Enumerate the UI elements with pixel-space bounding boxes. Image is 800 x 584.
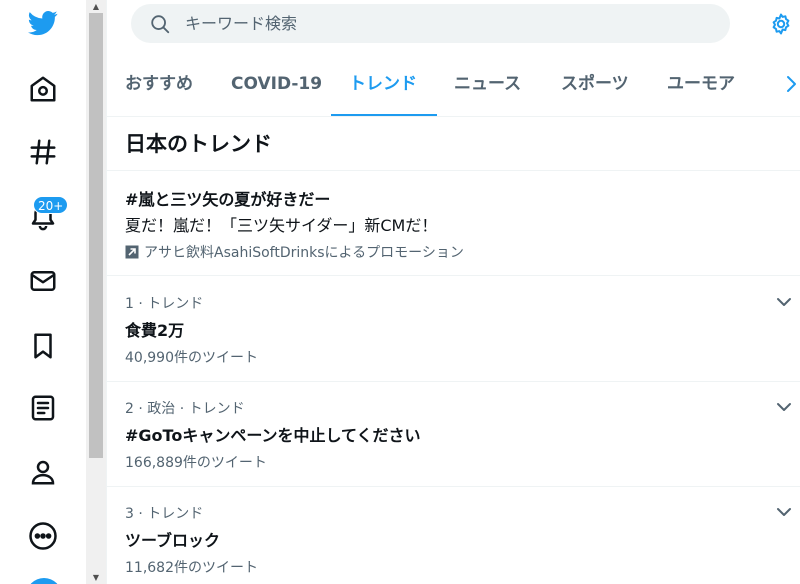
home-icon[interactable] (24, 70, 62, 108)
trend-name[interactable]: 食費2万 (125, 317, 184, 341)
messages-envelope-icon[interactable] (24, 262, 62, 300)
bookmarks-icon[interactable] (24, 327, 62, 365)
twitter-logo-icon[interactable] (24, 4, 62, 42)
trend-meta: 2 · 政治 · トレンド (125, 401, 245, 417)
promoted-trend[interactable]: #嵐と三ツ矢の夏が好きだー 夏だ！嵐だ！「三ツ矢サイダー」新CMだ！ アサヒ飲料… (107, 172, 800, 276)
explore-main: おすすめ COVID-19 トレンド ニュース スポーツ ユーモア 日本のトレン… (106, 0, 800, 584)
trend-item[interactable]: 2 · 政治 · トレンド #GoToキャンペーンを中止してください 166,8… (107, 382, 800, 487)
trend-tweet-count: 166,889件のツイート (125, 455, 267, 471)
profile-person-icon[interactable] (24, 453, 62, 491)
search-bar[interactable] (131, 4, 730, 43)
trend-item[interactable]: 1 · トレンド 食費2万 40,990件のツイート (107, 277, 800, 382)
promoted-description: 夏だ！嵐だ！「三ツ矢サイダー」新CMだ！ (125, 216, 438, 235)
tab-trends[interactable]: トレンド (349, 60, 417, 116)
settings-gear-icon[interactable] (769, 12, 793, 36)
trend-tweet-count: 11,682件のツイート (125, 560, 258, 576)
explore-tabs: おすすめ COVID-19 トレンド ニュース スポーツ ユーモア (107, 60, 800, 117)
app-window: 20+ ▲ ▼ おすすめ (0, 0, 800, 584)
trend-name[interactable]: #GoToキャンペーンを中止してください (125, 422, 421, 446)
lists-icon[interactable] (24, 389, 62, 427)
chevron-down-icon[interactable] (775, 398, 793, 416)
tabs-divider (107, 116, 800, 117)
tweet-button[interactable] (26, 578, 62, 584)
left-nav: 20+ (0, 0, 86, 584)
tab-sports[interactable]: スポーツ (561, 60, 629, 116)
chevron-right-icon[interactable] (783, 72, 799, 96)
search-icon (151, 14, 170, 33)
trend-meta: 3 · トレンド (125, 506, 204, 522)
tab-recommended[interactable]: おすすめ (125, 60, 193, 116)
more-options-icon[interactable] (24, 517, 62, 555)
sponsor-label: アサヒ飲料AsahiSoftDrinksによるプロモーション (144, 245, 464, 261)
explore-hashtag-icon[interactable] (24, 133, 62, 171)
scroll-up-arrow-icon[interactable]: ▲ (86, 0, 106, 13)
tab-news[interactable]: ニュース (454, 60, 521, 116)
promoted-sponsor: アサヒ飲料AsahiSoftDrinksによるプロモーション (125, 242, 464, 262)
trend-item[interactable]: 3 · トレンド ツーブロック 11,682件のツイート (107, 487, 800, 584)
scrollbar[interactable]: ▲ ▼ (86, 0, 106, 584)
search-input[interactable] (185, 14, 685, 33)
chevron-down-icon[interactable] (775, 293, 793, 311)
tab-covid19[interactable]: COVID-19 (231, 60, 322, 116)
chevron-down-icon[interactable] (775, 503, 793, 521)
tab-humor[interactable]: ユーモア (667, 60, 735, 116)
scroll-down-arrow-icon[interactable]: ▼ (86, 571, 106, 584)
promoted-arrow-icon (125, 245, 139, 259)
promoted-hashtag[interactable]: #嵐と三ツ矢の夏が好きだー (125, 186, 330, 210)
trend-meta: 1 · トレンド (125, 296, 204, 312)
notification-badge: 20+ (33, 196, 69, 214)
scroll-thumb[interactable] (89, 13, 103, 458)
page-title: 日本のトレンド (107, 118, 800, 171)
trend-name[interactable]: ツーブロック (125, 527, 220, 551)
trend-tweet-count: 40,990件のツイート (125, 350, 258, 366)
